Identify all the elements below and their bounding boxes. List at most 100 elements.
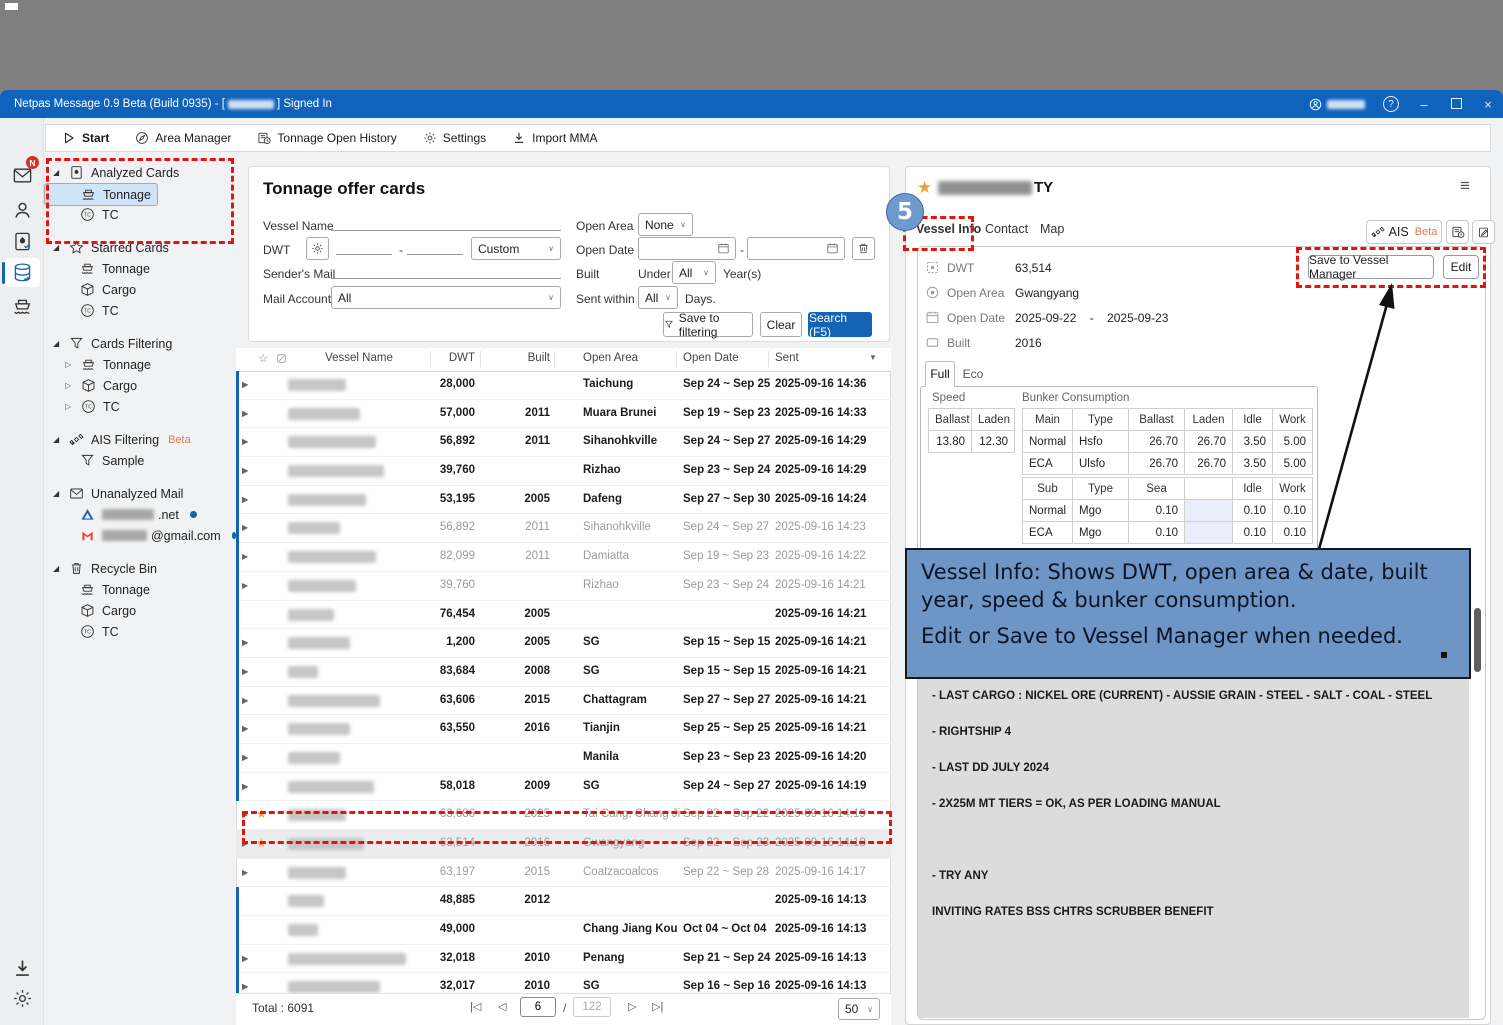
expand-row-icon[interactable]: ▶ xyxy=(242,581,248,590)
tab-vessel-info[interactable]: Vessel Info xyxy=(916,222,981,236)
starred-icon[interactable]: ★ xyxy=(256,807,267,821)
sidebar-item-tonnage[interactable]: Tonnage xyxy=(44,579,236,600)
export-nav-icon[interactable] xyxy=(12,958,33,979)
sidebar-item-tonnage[interactable]: Tonnage xyxy=(44,183,158,206)
maximize-button[interactable] xyxy=(1449,97,1463,112)
sidebar-item-mail-account[interactable]: .net xyxy=(44,504,236,525)
expand-row-icon[interactable]: ▶ xyxy=(242,667,248,676)
tonnage-open-history-button[interactable]: Tonnage Open History xyxy=(257,131,396,145)
card-history-button[interactable] xyxy=(1446,220,1469,244)
scrollbar-thumb[interactable] xyxy=(1474,608,1481,672)
open-date-from-input[interactable] xyxy=(638,237,736,260)
sidebar-item-cargo[interactable]: ▷Cargo xyxy=(44,375,236,396)
vessel-favorite-star-icon[interactable]: ★ xyxy=(917,178,932,198)
table-row[interactable]: ▶★63,6862025Tai Cang, Chang Jia...Sep 22… xyxy=(236,801,891,830)
sidebar-item-mail-account[interactable]: @gmail.com xyxy=(44,525,236,546)
sidebar-item-tc[interactable]: TCTC xyxy=(44,204,236,225)
table-row[interactable]: ▶39,760RizhaoSep 23 ~ Sep 242025-09-16 1… xyxy=(236,457,891,486)
sidebar-item-tonnage[interactable]: ▷Tonnage xyxy=(44,354,236,375)
last-page-button[interactable]: ▷| xyxy=(652,1000,663,1013)
sidebar-item-sample[interactable]: Sample xyxy=(44,450,236,471)
tab-contact[interactable]: Contact xyxy=(985,222,1028,236)
expand-row-icon[interactable]: ▶ xyxy=(242,782,248,791)
edit-button[interactable]: Edit xyxy=(1443,255,1479,279)
open-date-to-input[interactable] xyxy=(747,237,845,260)
expanded-triangle-icon[interactable]: ◢ xyxy=(53,243,62,252)
tab-map[interactable]: Map xyxy=(1040,222,1064,236)
expand-row-icon[interactable]: ▶ xyxy=(242,810,248,819)
sidebar-section-recycle-bin[interactable]: ◢Recycle Bin xyxy=(44,558,236,579)
expanded-triangle-icon[interactable]: ◢ xyxy=(53,339,62,348)
sidebar-item-tonnage[interactable]: Tonnage xyxy=(44,258,236,279)
close-button[interactable]: × xyxy=(1481,97,1495,112)
next-page-button[interactable]: ▷ xyxy=(628,1000,636,1013)
vessel-nav-icon[interactable] xyxy=(12,296,33,317)
cards-nav-icon[interactable] xyxy=(12,231,33,252)
dwt-max-input[interactable] xyxy=(407,237,463,255)
help-icon[interactable]: ? xyxy=(1383,96,1399,112)
table-row[interactable]: ▶56,8922011SihanohkvilleSep 24 ~ Sep 272… xyxy=(236,514,891,543)
table-row[interactable]: ▶1,2002005SGSep 15 ~ Sep 152025-09-16 14… xyxy=(236,629,891,658)
settings-button[interactable]: Settings xyxy=(423,131,486,145)
minimize-button[interactable]: – xyxy=(1417,97,1431,112)
page-size-select[interactable]: 50∨ xyxy=(838,998,880,1020)
sidebar-item-tc[interactable]: ▷TCTC xyxy=(44,396,236,417)
expand-row-icon[interactable]: ▶ xyxy=(242,724,248,733)
sidebar-item-cargo[interactable]: Cargo xyxy=(44,600,236,621)
save-to-filtering-button[interactable]: Save to filtering xyxy=(663,312,753,337)
expanded-triangle-icon[interactable]: ◢ xyxy=(53,489,62,498)
table-row[interactable]: ▶82,0992011DamiattaSep 19 ~ Sep 232025-0… xyxy=(236,543,891,572)
table-row[interactable]: ▶53,1952005DafengSep 27 ~ Sep 302025-09-… xyxy=(236,486,891,515)
expand-row-icon[interactable]: ▶ xyxy=(242,552,248,561)
table-row[interactable]: ▶56,8922011SihanohkvilleSep 24 ~ Sep 272… xyxy=(236,428,891,457)
expanded-triangle-icon[interactable]: ◢ xyxy=(53,168,62,177)
table-row[interactable]: ▶63,5502016TianjinSep 25 ~ Sep 252025-09… xyxy=(236,715,891,744)
expand-row-icon[interactable]: ▶ xyxy=(242,466,248,475)
table-row[interactable]: ▶57,0002011Muara BruneiSep 19 ~ Sep 2320… xyxy=(236,400,891,429)
collapsed-triangle-icon[interactable]: ▷ xyxy=(65,360,74,369)
expand-row-icon[interactable]: ▶ xyxy=(242,495,248,504)
sent-filter-icon[interactable]: ▼ xyxy=(869,353,877,362)
clear-button[interactable]: Clear xyxy=(760,312,802,337)
table-row[interactable]: ▶83,6842008SGSep 15 ~ Sep 152025-09-16 1… xyxy=(236,658,891,687)
search-button[interactable]: Search (F5) xyxy=(808,312,872,337)
subtab-eco[interactable]: Eco xyxy=(958,361,988,387)
open-area-select[interactable]: None∨ xyxy=(638,213,693,236)
table-row[interactable]: 76,45420052025-09-16 14:21 xyxy=(236,601,891,630)
built-select[interactable]: All∨ xyxy=(672,261,716,284)
settings-nav-icon[interactable] xyxy=(12,988,33,1009)
table-row[interactable]: ▶★63,5142016GwangyangSep 22 ~ Sep 232025… xyxy=(236,830,891,859)
prev-page-button[interactable]: ◁ xyxy=(498,1000,506,1013)
edit-note-button[interactable] xyxy=(1472,220,1495,244)
first-page-button[interactable]: |◁ xyxy=(470,1000,481,1013)
senders-mail-input[interactable] xyxy=(331,261,561,279)
table-row[interactable]: 48,88520122025-09-16 14:13 xyxy=(236,887,891,916)
sidebar-section-cards-filtering[interactable]: ◢Cards Filtering xyxy=(44,333,236,354)
table-row[interactable]: ▶63,6062015ChattagramSep 27 ~ Sep 272025… xyxy=(236,687,891,716)
sidebar-section-unanalyzed-mail[interactable]: ◢Unanalyzed Mail xyxy=(44,483,236,504)
expand-row-icon[interactable]: ▶ xyxy=(242,868,248,877)
expand-row-icon[interactable]: ▶ xyxy=(242,380,248,389)
sidebar-item-tc[interactable]: TCTC xyxy=(44,621,236,642)
expanded-triangle-icon[interactable]: ◢ xyxy=(53,435,62,444)
table-row[interactable]: ▶32,0182010PenangSep 21 ~ Sep 242025-09-… xyxy=(236,945,891,974)
table-row[interactable]: ▶39,760RizhaoSep 23 ~ Sep 242025-09-16 1… xyxy=(236,572,891,601)
vessel-name-input[interactable] xyxy=(331,213,561,231)
sidebar-section-starred-cards[interactable]: ◢Starred Cards xyxy=(44,237,236,258)
collapsed-triangle-icon[interactable]: ▷ xyxy=(65,381,74,390)
table-row[interactable]: ▶63,1972015CoatzacoalcosSep 22 ~ Sep 282… xyxy=(236,859,891,888)
table-row[interactable]: 49,000Chang Jiang KouOct 04 ~ Oct 042025… xyxy=(236,916,891,945)
import-mma-button[interactable]: Import MMA xyxy=(512,131,597,145)
expand-row-icon[interactable]: ▶ xyxy=(242,409,248,418)
ais-button[interactable]: AIS Beta xyxy=(1366,220,1442,244)
sidebar-item-tc[interactable]: TCTC xyxy=(44,300,236,321)
table-row[interactable]: ▶ManilaSep 23 ~ Sep 232025-09-16 14:20 xyxy=(236,744,891,773)
expand-row-icon[interactable]: ▶ xyxy=(242,839,248,848)
analyzed-db-nav-icon[interactable] xyxy=(12,262,33,283)
expand-row-icon[interactable]: ▶ xyxy=(242,982,248,991)
starred-icon[interactable]: ★ xyxy=(256,836,267,850)
contacts-nav-icon[interactable] xyxy=(12,200,33,221)
expand-row-icon[interactable]: ▶ xyxy=(242,638,248,647)
page-input[interactable] xyxy=(520,997,556,1017)
collapsed-triangle-icon[interactable]: ▷ xyxy=(65,402,74,411)
